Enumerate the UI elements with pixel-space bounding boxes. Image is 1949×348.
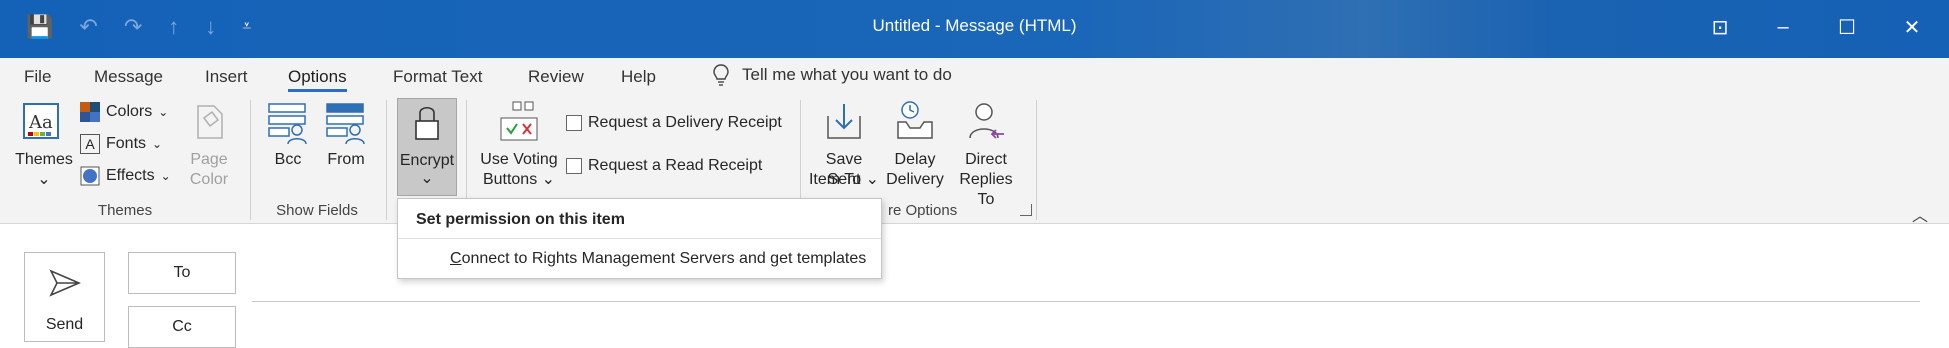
colors-icon	[80, 102, 100, 122]
direct-replies-icon	[969, 103, 1004, 139]
delay-delivery-button[interactable]: Delay Delivery	[884, 100, 946, 196]
tell-me-text: Tell me what you want to do	[742, 65, 952, 84]
lock-icon	[415, 106, 439, 140]
tab-format-text[interactable]: Format Text	[393, 64, 482, 92]
effects-icon	[80, 166, 100, 186]
tab-message[interactable]: Message	[94, 64, 163, 92]
from-icon	[326, 103, 365, 145]
delivery-receipt-label: Request a Delivery Receipt	[588, 114, 782, 131]
connect-rights-management-item[interactable]: Connect to Rights Management Servers and…	[450, 250, 866, 268]
from-label: From	[327, 151, 365, 168]
delay-label-2: Delivery	[886, 171, 944, 188]
themes-label: Themes	[15, 151, 73, 168]
lightbulb-icon	[713, 64, 729, 86]
tab-review[interactable]: Review	[528, 64, 584, 92]
voting-label-1: Use Voting	[480, 151, 558, 168]
minimize-button[interactable]: –	[1763, 12, 1803, 42]
send-button[interactable]: Send	[24, 252, 105, 342]
bcc-icon	[268, 103, 307, 145]
direct-replies-button[interactable]: Direct Replies To	[950, 100, 1022, 208]
tab-help[interactable]: Help	[621, 64, 656, 92]
page-color-icon	[197, 105, 223, 139]
to-button[interactable]: To	[128, 252, 236, 294]
encrypt-label: Encrypt	[399, 152, 455, 169]
themes-group-label: Themes	[97, 202, 153, 219]
collapse-ribbon-icon[interactable]: ︿	[1912, 202, 1928, 226]
voting-icon	[500, 101, 538, 141]
bcc-button[interactable]: Bcc	[262, 100, 314, 196]
page-color-button[interactable]: Page Color	[178, 100, 240, 196]
use-voting-buttons[interactable]: Use Voting Buttons ⌄	[478, 100, 560, 196]
cc-button[interactable]: Cc	[128, 306, 236, 348]
send-label: Send	[45, 316, 84, 333]
themes-button[interactable]: Aa Themes ⌄	[14, 100, 74, 196]
group-separator	[386, 100, 387, 220]
window-title: Untitled - Message (HTML)	[872, 16, 1077, 35]
effects-label: Effects	[106, 167, 155, 184]
menu-divider	[398, 238, 881, 239]
tab-options[interactable]: Options	[288, 64, 347, 92]
title-bar: 💾 ↶ ↷ ↑ ↓ ⩡ Untitled - Message (HTML) ⊡ …	[0, 0, 1949, 58]
tab-file[interactable]: File	[24, 64, 51, 92]
checkbox-icon[interactable]	[566, 158, 582, 174]
menu-item-text: onnect to Rights Management Servers and …	[461, 250, 867, 267]
colors-button[interactable]: Colors ⌄	[80, 102, 168, 122]
group-separator	[250, 100, 251, 220]
menu-item-accelerator: C	[450, 250, 462, 267]
save-sent-label-2: Item To ⌄	[808, 171, 880, 188]
fonts-label: Fonts	[106, 135, 147, 152]
compose-area: Send To Cc	[0, 225, 1949, 348]
fonts-icon: A	[80, 134, 100, 154]
effects-button[interactable]: Effects ⌄	[80, 166, 171, 186]
to-field-underline	[252, 301, 1920, 302]
voting-label-2: Buttons ⌄	[482, 171, 556, 188]
svg-text:Aa: Aa	[28, 112, 53, 133]
bcc-label: Bcc	[274, 151, 302, 168]
more-options-group-label: re Options	[888, 202, 958, 219]
save-sent-icon	[827, 104, 861, 139]
close-button[interactable]: ✕	[1892, 12, 1932, 42]
delay-label-1: Delay	[894, 151, 936, 168]
direct-label-1: Direct	[965, 151, 1007, 168]
send-icon	[49, 269, 81, 297]
ribbon-tabs: File Message Insert Options Format Text …	[0, 58, 1949, 98]
tab-insert[interactable]: Insert	[205, 64, 248, 92]
save-sent-item-button[interactable]: Save Sent Item To ⌄	[808, 100, 880, 196]
colors-label: Colors	[106, 103, 153, 120]
ribbon-display-options-icon[interactable]: ⊡	[1700, 12, 1740, 42]
tell-me-search[interactable]: Tell me what you want to do	[712, 64, 952, 86]
read-receipt-checkbox[interactable]: Request a Read Receipt	[566, 157, 762, 175]
delay-delivery-icon	[897, 101, 933, 139]
chevron-down-icon: ⌄	[420, 170, 434, 187]
dialog-launcher-icon[interactable]	[1020, 204, 1032, 216]
group-separator	[1036, 100, 1037, 220]
page-color-label-1: Page	[190, 151, 228, 168]
chevron-down-icon: ⌄	[37, 171, 51, 188]
encrypt-button[interactable]: Encrypt ⌄	[397, 98, 457, 196]
themes-icon: Aa	[23, 103, 59, 139]
checkbox-icon[interactable]	[566, 115, 582, 131]
read-receipt-label: Request a Read Receipt	[588, 157, 763, 174]
encrypt-dropdown-menu: Set permission on this item Connect to R…	[397, 198, 882, 279]
menu-heading: Set permission on this item	[416, 211, 625, 228]
fonts-button[interactable]: A Fonts ⌄	[80, 134, 162, 154]
page-color-label-2: Color	[189, 171, 229, 188]
ribbon: Aa Themes ⌄ Colors ⌄ A Fonts ⌄ Effects ⌄ Pa…	[0, 98, 1949, 226]
from-button[interactable]: From	[320, 100, 372, 196]
delivery-receipt-checkbox[interactable]: Request a Delivery Receipt	[566, 114, 782, 132]
maximize-button[interactable]: ☐	[1827, 12, 1867, 42]
show-fields-group-label: Show Fields	[276, 202, 358, 219]
